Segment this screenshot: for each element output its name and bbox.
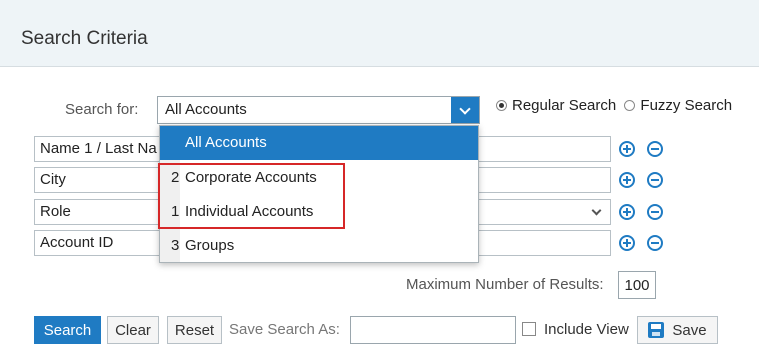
select-toggle-button[interactable] [451, 97, 479, 123]
fuzzy-search-radio[interactable] [624, 100, 636, 111]
add-row-icon[interactable] [619, 141, 635, 157]
save-button-label: Save [672, 321, 707, 339]
criteria-value-role-select[interactable] [478, 199, 611, 225]
highlight-annotation-box [158, 163, 345, 229]
search-for-label: Search for: [65, 101, 139, 118]
criteria-header: Search Criteria [0, 0, 759, 67]
save-search-as-input[interactable] [350, 316, 516, 344]
regular-search-option[interactable]: Regular Search [496, 97, 616, 114]
fuzzy-search-option[interactable]: Fuzzy Search [624, 97, 732, 114]
max-results-input[interactable]: 100 [618, 271, 656, 299]
save-search-as-label: Save Search As: [229, 321, 340, 338]
dropdown-option-groups[interactable]: 3 Groups [160, 229, 478, 263]
fuzzy-search-label: Fuzzy Search [640, 97, 733, 114]
add-row-icon[interactable] [619, 172, 635, 188]
page-title: Search Criteria [21, 28, 148, 49]
save-button[interactable]: Save [637, 316, 718, 344]
max-results-label: Maximum Number of Results: [406, 276, 604, 293]
chevron-down-icon [459, 103, 471, 115]
regular-search-label: Regular Search [512, 97, 617, 114]
criteria-value-city[interactable] [478, 167, 611, 193]
regular-search-radio[interactable] [496, 100, 507, 111]
criteria-field-city[interactable]: City [34, 167, 162, 193]
include-view-checkbox[interactable] [522, 322, 536, 336]
search-for-select[interactable]: All Accounts [157, 96, 480, 124]
floppy-disk-icon [648, 322, 665, 338]
chevron-down-icon [591, 205, 602, 216]
remove-row-icon[interactable] [647, 172, 663, 188]
remove-row-icon[interactable] [647, 204, 663, 220]
include-view-label: Include View [544, 321, 629, 338]
clear-button[interactable]: Clear [107, 316, 159, 344]
add-row-icon[interactable] [619, 204, 635, 220]
search-for-value: All Accounts [165, 101, 247, 118]
dropdown-option-all-accounts[interactable]: All Accounts [160, 126, 478, 160]
criteria-field-account-id[interactable]: Account ID [34, 230, 162, 256]
reset-button[interactable]: Reset [167, 316, 222, 344]
criteria-value-name[interactable] [478, 136, 611, 162]
criteria-value-account-id[interactable] [478, 230, 611, 256]
search-type-group: Regular Search Fuzzy Search [496, 97, 736, 115]
criteria-field-role[interactable]: Role [34, 199, 162, 225]
add-row-icon[interactable] [619, 235, 635, 251]
search-button[interactable]: Search [34, 316, 101, 344]
remove-row-icon[interactable] [647, 235, 663, 251]
criteria-field-name[interactable]: Name 1 / Last Na [34, 136, 162, 162]
remove-row-icon[interactable] [647, 141, 663, 157]
